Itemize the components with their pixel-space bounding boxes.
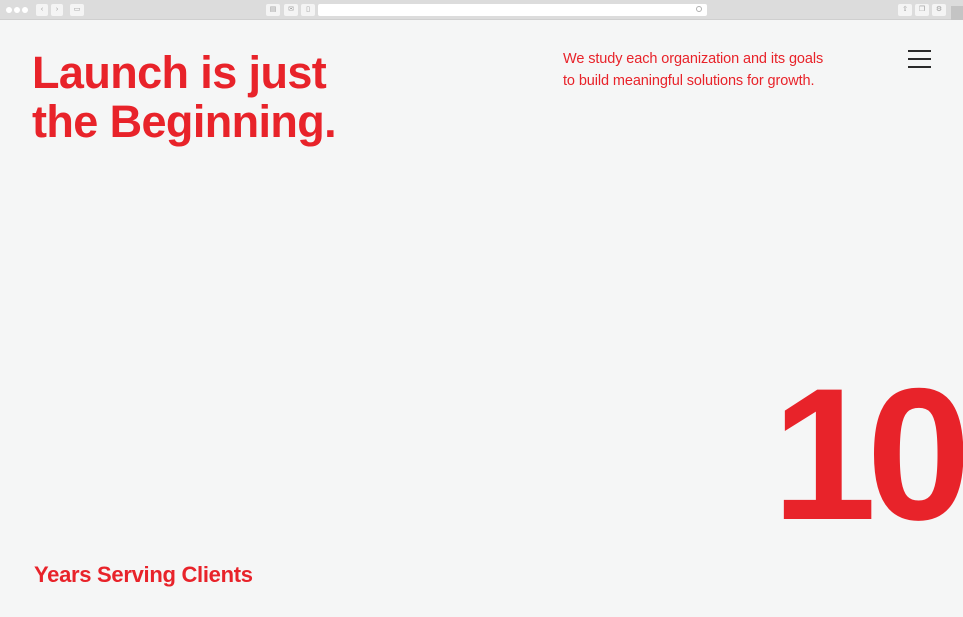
- duplicate-icon[interactable]: ❐: [915, 4, 929, 16]
- print-icon[interactable]: ▤: [266, 4, 280, 16]
- close-dot-icon[interactable]: [6, 7, 12, 13]
- reload-icon[interactable]: [696, 6, 702, 12]
- zoom-dot-icon[interactable]: [22, 7, 28, 13]
- years-counter: 10: [772, 349, 963, 559]
- tagline-line-2: to build meaningful solutions for growth…: [563, 73, 815, 89]
- hamburger-menu-icon[interactable]: [906, 48, 932, 70]
- minimize-dot-icon[interactable]: [14, 7, 20, 13]
- tagline-line-1: We study each organization and its goals: [563, 51, 824, 67]
- forward-icon[interactable]: ›: [51, 4, 63, 16]
- back-icon[interactable]: ‹: [36, 4, 48, 16]
- settings-icon[interactable]: ⚙: [932, 4, 946, 16]
- sidebar-icon[interactable]: ▭: [70, 4, 84, 16]
- headline-line-2: the Beginning.: [32, 96, 337, 147]
- menu-bar-top: [908, 50, 931, 52]
- headline-line-1: Launch is just: [32, 47, 327, 98]
- address-bar[interactable]: [318, 4, 707, 16]
- hero-tagline: We study each organization and its goals…: [563, 48, 863, 92]
- share-icon[interactable]: ⇧: [898, 4, 912, 16]
- browser-toolbar: ‹ › ▭ ▤ ✉ ▯ ⇧ ❐ ⚙: [0, 0, 963, 20]
- bookmark-icon[interactable]: ▯: [301, 4, 315, 16]
- menu-bar-bottom: [908, 66, 931, 68]
- window-corner: [951, 6, 963, 20]
- menu-bar-middle: [908, 58, 931, 60]
- hero-headline: Launch is just the Beginning.: [32, 48, 362, 146]
- mail-icon[interactable]: ✉: [284, 4, 298, 16]
- years-label: Years Serving Clients: [34, 562, 253, 587]
